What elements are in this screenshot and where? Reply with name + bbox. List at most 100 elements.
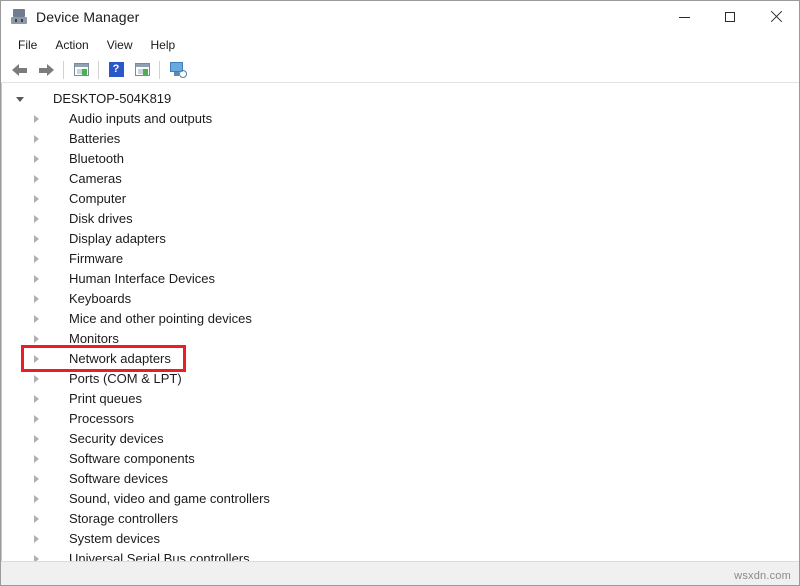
- tree-item-system-devices[interactable]: System devices: [2, 529, 799, 549]
- tree-item-label: Software devices: [69, 469, 168, 489]
- tree-item-audio-inputs-and-outputs[interactable]: Audio inputs and outputs: [2, 109, 799, 129]
- tree-item-human-interface-devices[interactable]: Human Interface Devices: [2, 269, 799, 289]
- chevron-down-icon[interactable]: [12, 89, 28, 109]
- menu-item-view[interactable]: View: [98, 34, 142, 56]
- forward-button[interactable]: [33, 58, 59, 82]
- tree-item-batteries[interactable]: Batteries: [2, 129, 799, 149]
- tree-item-sound-video-and-game-controllers[interactable]: Sound, video and game controllers: [2, 489, 799, 509]
- tree-item-bluetooth[interactable]: Bluetooth: [2, 149, 799, 169]
- tree-item-disk-drives[interactable]: Disk drives: [2, 209, 799, 229]
- tree-item-storage-controllers[interactable]: Storage controllers: [2, 509, 799, 529]
- toolbar-separator-2: [98, 61, 99, 79]
- chevron-right-icon[interactable]: [28, 389, 44, 409]
- menu-item-action[interactable]: Action: [46, 34, 97, 56]
- tree-item-label: Human Interface Devices: [69, 269, 215, 289]
- chevron-right-icon[interactable]: [28, 289, 44, 309]
- firmware-chip-icon: [44, 251, 62, 267]
- tree-item-software-devices[interactable]: Software devices: [2, 469, 799, 489]
- monitor-icon: [44, 191, 62, 207]
- mouse-icon: [44, 311, 62, 327]
- chevron-right-icon[interactable]: [28, 109, 44, 129]
- hid-icon: [44, 271, 62, 287]
- tree-item-label: Bluetooth: [69, 149, 124, 169]
- tree-item-label: Storage controllers: [69, 509, 178, 529]
- chevron-right-icon[interactable]: [28, 269, 44, 289]
- network-adapter-icon: [44, 351, 62, 367]
- printer-icon: [44, 391, 62, 407]
- help-button[interactable]: ?: [103, 58, 129, 82]
- close-icon: [770, 11, 782, 23]
- tree-item-firmware[interactable]: Firmware: [2, 249, 799, 269]
- chevron-right-icon[interactable]: [28, 529, 44, 549]
- device-tree[interactable]: DESKTOP-504K819 Audio inputs and outputs…: [2, 83, 799, 561]
- menu-item-help[interactable]: Help: [142, 34, 185, 56]
- maximize-icon: [725, 12, 735, 22]
- chevron-right-icon[interactable]: [28, 549, 44, 561]
- tree-item-network-adapters[interactable]: Network adapters: [2, 349, 799, 369]
- chevron-right-icon[interactable]: [28, 369, 44, 389]
- tree-item-computer[interactable]: Computer: [2, 189, 799, 209]
- device-tree-panel: DESKTOP-504K819 Audio inputs and outputs…: [1, 83, 799, 561]
- keyboard-icon: [44, 291, 62, 307]
- menu-item-file[interactable]: File: [9, 34, 46, 56]
- tree-item-processors[interactable]: Processors: [2, 409, 799, 429]
- computer-icon: [28, 91, 46, 107]
- menu-bar: File Action View Help: [1, 33, 799, 57]
- chevron-right-icon[interactable]: [28, 209, 44, 229]
- tree-item-label: Universal Serial Bus controllers: [69, 549, 250, 561]
- disk-drive-icon: [44, 211, 62, 227]
- chevron-right-icon[interactable]: [28, 349, 44, 369]
- tree-item-label: Software components: [69, 449, 195, 469]
- tree-item-display-adapters[interactable]: Display adapters: [2, 229, 799, 249]
- chevron-right-icon[interactable]: [28, 169, 44, 189]
- toolbar-separator-1: [63, 61, 64, 79]
- chevron-right-icon[interactable]: [28, 429, 44, 449]
- minimize-button[interactable]: [661, 1, 707, 33]
- scan-hardware-button[interactable]: [164, 58, 190, 82]
- tree-item-monitors[interactable]: Monitors: [2, 329, 799, 349]
- chevron-right-icon[interactable]: [28, 409, 44, 429]
- tree-item-label: Computer: [69, 189, 126, 209]
- forward-arrow-icon: [38, 63, 54, 77]
- back-button[interactable]: [7, 58, 33, 82]
- maximize-button[interactable]: [707, 1, 753, 33]
- window-title: Device Manager: [36, 1, 139, 33]
- tree-item-print-queues[interactable]: Print queues: [2, 389, 799, 409]
- chevron-right-icon[interactable]: [28, 489, 44, 509]
- usb-icon: [44, 551, 62, 561]
- chevron-right-icon[interactable]: [28, 329, 44, 349]
- tree-item-keyboards[interactable]: Keyboards: [2, 289, 799, 309]
- chevron-right-icon[interactable]: [28, 309, 44, 329]
- tree-item-label: Mice and other pointing devices: [69, 309, 252, 329]
- title-bar: Device Manager: [1, 1, 799, 33]
- chevron-right-icon[interactable]: [28, 469, 44, 489]
- update-driver-icon: [135, 63, 150, 76]
- status-bar: wsxdn.com: [1, 561, 799, 585]
- tree-item-security-devices[interactable]: Security devices: [2, 429, 799, 449]
- tree-item-mice-and-other-pointing-devices[interactable]: Mice and other pointing devices: [2, 309, 799, 329]
- tree-item-label: Audio inputs and outputs: [69, 109, 212, 129]
- port-icon: [44, 371, 62, 387]
- chevron-right-icon[interactable]: [28, 449, 44, 469]
- tree-item-label: Ports (COM & LPT): [69, 369, 182, 389]
- tree-item-ports-com-lpt[interactable]: Ports (COM & LPT): [2, 369, 799, 389]
- tree-item-cameras[interactable]: Cameras: [2, 169, 799, 189]
- chevron-right-icon[interactable]: [28, 509, 44, 529]
- tree-item-label: Firmware: [69, 249, 123, 269]
- tree-item-software-components[interactable]: Software components: [2, 449, 799, 469]
- tree-item-label: Cameras: [69, 169, 122, 189]
- close-button[interactable]: [753, 1, 799, 33]
- properties-button[interactable]: [68, 58, 94, 82]
- tree-root-label: DESKTOP-504K819: [53, 89, 171, 109]
- chevron-right-icon[interactable]: [28, 249, 44, 269]
- tree-root-node[interactable]: DESKTOP-504K819: [2, 89, 799, 109]
- chevron-right-icon[interactable]: [28, 189, 44, 209]
- chevron-right-icon[interactable]: [28, 229, 44, 249]
- monitor-icon: [44, 331, 62, 347]
- watermark-label: wsxdn.com: [734, 570, 791, 582]
- tree-item-universal-serial-bus-controllers[interactable]: Universal Serial Bus controllers: [2, 549, 799, 561]
- chevron-right-icon[interactable]: [28, 129, 44, 149]
- tree-item-label: Disk drives: [69, 209, 133, 229]
- update-driver-button[interactable]: [129, 58, 155, 82]
- chevron-right-icon[interactable]: [28, 149, 44, 169]
